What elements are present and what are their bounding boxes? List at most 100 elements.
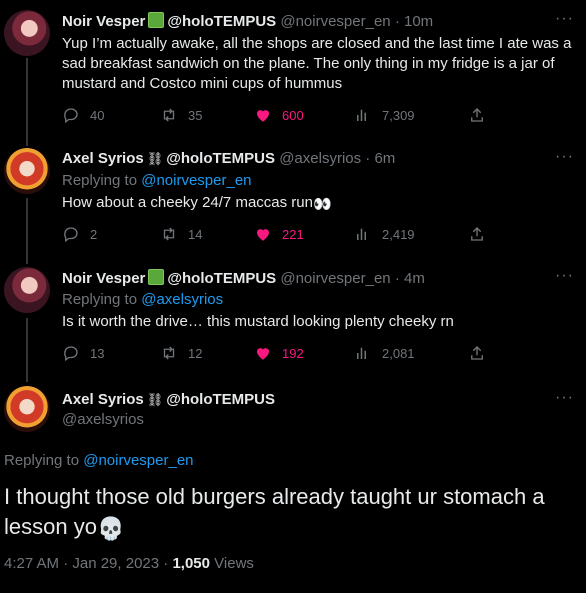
tweet[interactable]: Noir Vesper @holoTEMPUS @noirvesper_en · … bbox=[0, 0, 586, 138]
heart-icon bbox=[257, 110, 269, 122]
more-options-icon[interactable]: ··· bbox=[555, 389, 574, 407]
views-label: Views bbox=[214, 555, 254, 572]
more-options-icon[interactable]: ··· bbox=[555, 148, 574, 166]
tweet-text: Yup I’m actually awake, all the shops ar… bbox=[62, 35, 572, 92]
retweet-icon bbox=[163, 346, 175, 360]
retweet-button[interactable]: 14 bbox=[160, 225, 202, 243]
focused-tweet: Axel Syrios ⛓ @holoTEMPUS @axelsyrios ··· … bbox=[0, 377, 586, 593]
like-button[interactable]: 192 bbox=[254, 344, 304, 362]
username-row: @axelsyrios bbox=[62, 411, 144, 428]
reply-to-link[interactable]: @noirvesper_en bbox=[83, 452, 193, 469]
retweet-button[interactable]: 12 bbox=[160, 344, 202, 362]
tweet-timestamp[interactable]: 4:27 AM · Jan 29, 2023 · bbox=[4, 555, 168, 572]
tweet-text: Is it worth the drive… this mustard look… bbox=[62, 313, 454, 330]
share-icon bbox=[471, 227, 483, 241]
view-count: 2,419 bbox=[382, 226, 415, 242]
tweet-meta: 4:27 AM · Jan 29, 2023 · 1,050 Views bbox=[4, 555, 254, 572]
retweet-count: 35 bbox=[188, 107, 203, 123]
reply-prefix: Replying to bbox=[4, 452, 80, 469]
view-count: 7,309 bbox=[382, 107, 415, 123]
views-button[interactable]: 7,309 bbox=[354, 106, 415, 124]
display-name[interactable]: Axel Syrios bbox=[62, 391, 144, 408]
retweet-icon bbox=[163, 227, 175, 241]
display-name[interactable]: Noir Vesper bbox=[62, 270, 145, 287]
retweet-icon bbox=[163, 108, 175, 122]
like-count: 192 bbox=[282, 345, 304, 361]
heart-icon bbox=[257, 348, 269, 360]
reply-to-link[interactable]: @noirvesper_en bbox=[141, 172, 251, 189]
reply-button[interactable]: 40 bbox=[62, 106, 104, 124]
eyes-emoji: 👀 bbox=[312, 196, 332, 213]
avatar[interactable] bbox=[4, 267, 50, 313]
analytics-icon bbox=[357, 228, 366, 240]
skull-emoji: 💀 bbox=[96, 516, 125, 541]
affiliation[interactable]: @holoTEMPUS bbox=[166, 391, 275, 408]
retweet-count: 14 bbox=[188, 226, 203, 242]
more-options-icon[interactable]: ··· bbox=[555, 267, 574, 285]
chain-icon: ⛓ bbox=[146, 392, 164, 407]
like-count: 600 bbox=[282, 107, 304, 123]
timestamp[interactable]: · 6m bbox=[365, 150, 395, 167]
reply-prefix: Replying to bbox=[62, 172, 138, 189]
share-icon bbox=[471, 108, 483, 122]
avatar[interactable] bbox=[4, 386, 50, 432]
reply-icon bbox=[64, 346, 78, 362]
reply-prefix: Replying to bbox=[62, 291, 138, 308]
reply-count: 13 bbox=[90, 345, 105, 361]
tweet-header: Noir Vesper @holoTEMPUS @noirvesper_en · … bbox=[62, 269, 425, 287]
affiliate-badge-icon bbox=[148, 12, 165, 28]
affiliation[interactable]: @holoTEMPUS bbox=[167, 270, 276, 287]
username[interactable]: @noirvesper_en bbox=[280, 13, 390, 30]
share-button[interactable] bbox=[468, 225, 486, 243]
retweet-count: 12 bbox=[188, 345, 203, 361]
tweet[interactable]: Axel Syrios ⛓ @holoTEMPUS @axelsyrios · 6m… bbox=[0, 138, 586, 258]
tweet[interactable]: Noir Vesper @holoTEMPUS @noirvesper_en · … bbox=[0, 257, 586, 377]
more-options-icon[interactable]: ··· bbox=[555, 10, 574, 28]
tweet-text: How about a cheeky 24/7 maccas run👀 bbox=[62, 193, 577, 215]
display-name[interactable]: Axel Syrios bbox=[62, 150, 144, 167]
affiliate-badge-icon bbox=[148, 269, 165, 285]
like-button[interactable]: 600 bbox=[254, 106, 304, 124]
display-name[interactable]: Noir Vesper bbox=[62, 13, 145, 30]
action-bar: 2 14 221 2,419 bbox=[62, 225, 502, 245]
chain-icon: ⛓ bbox=[146, 151, 164, 166]
tweet-header: Axel Syrios ⛓ @holoTEMPUS @axelsyrios · 6m bbox=[62, 150, 395, 167]
share-icon bbox=[471, 346, 483, 360]
tweet-header: Axel Syrios ⛓ @holoTEMPUS bbox=[62, 391, 275, 408]
share-button[interactable] bbox=[468, 106, 486, 124]
reply-button[interactable]: 13 bbox=[62, 344, 104, 362]
view-count: 2,081 bbox=[382, 345, 415, 361]
heart-icon bbox=[257, 229, 269, 241]
reply-context: Replying to @noirvesper_en bbox=[62, 172, 252, 189]
retweet-button[interactable]: 35 bbox=[160, 106, 202, 124]
reply-icon bbox=[64, 227, 78, 243]
username[interactable]: @axelsyrios bbox=[62, 411, 144, 428]
views-button[interactable]: 2,419 bbox=[354, 225, 415, 243]
tweet-text-body: How about a cheeky 24/7 maccas run bbox=[62, 194, 313, 211]
reply-count: 2 bbox=[90, 226, 98, 242]
affiliation[interactable]: @holoTEMPUS bbox=[166, 150, 275, 167]
analytics-icon bbox=[357, 347, 366, 359]
avatar[interactable] bbox=[4, 10, 50, 56]
like-button[interactable]: 221 bbox=[254, 225, 304, 243]
reply-context: Replying to @axelsyrios bbox=[62, 291, 223, 308]
reply-count: 40 bbox=[90, 107, 105, 123]
tweet-text-body: I thought those old burgers already taug… bbox=[4, 484, 545, 539]
tweet-header: Noir Vesper @holoTEMPUS @noirvesper_en · … bbox=[62, 12, 433, 30]
action-bar: 40 35 600 7,309 bbox=[62, 106, 502, 126]
reply-icon bbox=[64, 108, 78, 124]
views-count: 1,050 bbox=[172, 555, 210, 572]
share-button[interactable] bbox=[468, 344, 486, 362]
avatar[interactable] bbox=[4, 148, 50, 194]
tweet-text: I thought those old burgers already taug… bbox=[4, 482, 579, 544]
username[interactable]: @noirvesper_en bbox=[280, 270, 390, 287]
username[interactable]: @axelsyrios bbox=[279, 150, 361, 167]
views-button[interactable]: 2,081 bbox=[354, 344, 415, 362]
timestamp[interactable]: · 10m bbox=[395, 13, 433, 30]
affiliation[interactable]: @holoTEMPUS bbox=[167, 13, 276, 30]
reply-to-link[interactable]: @axelsyrios bbox=[141, 291, 223, 308]
reply-context: Replying to @noirvesper_en bbox=[4, 452, 194, 469]
analytics-icon bbox=[357, 109, 366, 121]
reply-button[interactable]: 2 bbox=[62, 225, 97, 243]
timestamp[interactable]: · 4m bbox=[395, 270, 425, 287]
